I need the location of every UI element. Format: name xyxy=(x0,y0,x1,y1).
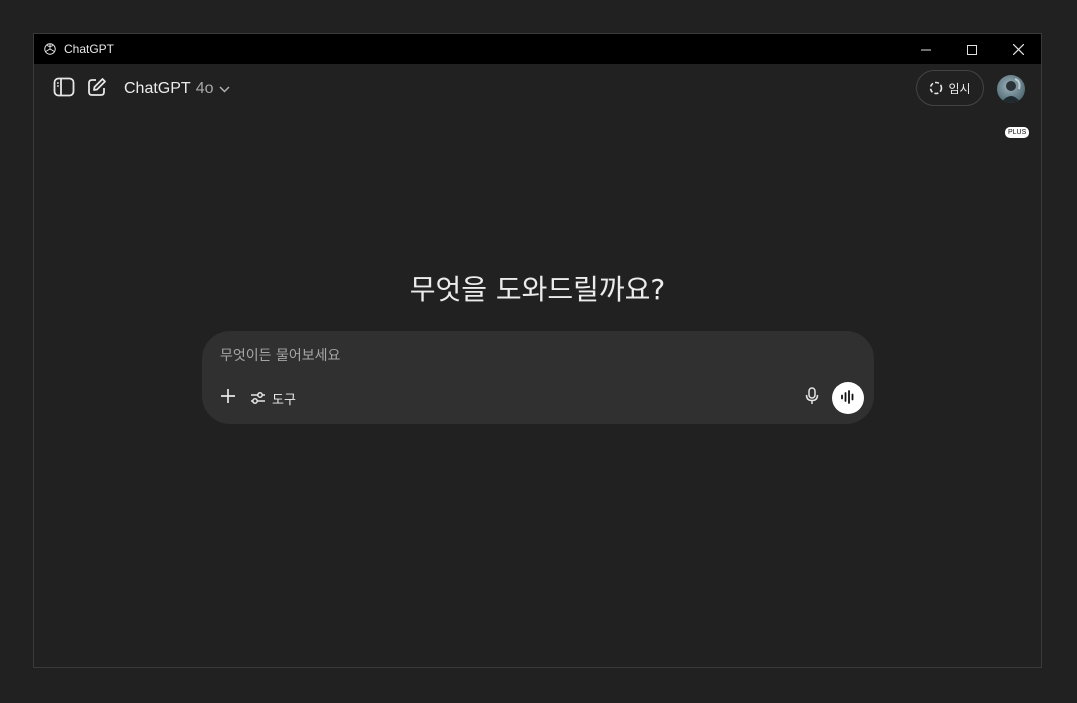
voice-waveform-icon xyxy=(840,389,856,408)
prompt-input[interactable]: 무엇이든 물어보세요 xyxy=(220,345,340,365)
plus-icon xyxy=(220,388,236,408)
sliders-icon xyxy=(250,391,266,405)
maximize-button[interactable] xyxy=(949,34,995,64)
temporary-chat-label: 임시 xyxy=(948,81,971,96)
model-name: ChatGPT xyxy=(124,80,191,97)
add-attachment-button[interactable] xyxy=(214,384,242,412)
minimize-icon xyxy=(921,40,931,59)
minimize-button[interactable] xyxy=(903,34,949,64)
avatar[interactable] xyxy=(997,75,1025,103)
window-title: ChatGPT xyxy=(64,42,115,56)
chevron-down-icon xyxy=(219,85,231,93)
sidebar-icon xyxy=(53,77,75,101)
dashed-circle-icon xyxy=(929,81,943,95)
model-version: 4o xyxy=(195,80,214,97)
voice-mode-button[interactable] xyxy=(832,382,864,414)
sidebar-toggle-button[interactable] xyxy=(50,75,78,103)
temporary-chat-button[interactable]: 임시 xyxy=(916,70,984,106)
edit-icon xyxy=(87,77,107,101)
model-selector[interactable]: ChatGPT 4o xyxy=(124,76,231,102)
dictation-button[interactable] xyxy=(798,384,826,412)
new-chat-button[interactable] xyxy=(83,75,111,103)
app-window: ChatGPT ChatGPT 4o 임시 PLUS 무엇을 도와드릴까요? 무… xyxy=(33,33,1042,668)
page-title: 무엇을 도와드릴까요? xyxy=(409,273,666,306)
close-icon xyxy=(1012,40,1024,59)
window-controls xyxy=(903,34,1041,64)
message-composer: 무엇이든 물어보세요 도구 xyxy=(202,331,874,424)
chat-header: ChatGPT 4o 임시 PLUS xyxy=(34,64,1041,139)
tools-button[interactable]: 도구 xyxy=(250,384,296,412)
plan-badge: PLUS xyxy=(1004,126,1031,139)
maximize-icon xyxy=(967,40,977,59)
tools-label: 도구 xyxy=(272,392,296,408)
chatgpt-logo-icon xyxy=(42,41,58,57)
window-titlebar: ChatGPT xyxy=(34,34,1041,64)
microphone-icon xyxy=(805,387,819,409)
close-button[interactable] xyxy=(995,34,1041,64)
